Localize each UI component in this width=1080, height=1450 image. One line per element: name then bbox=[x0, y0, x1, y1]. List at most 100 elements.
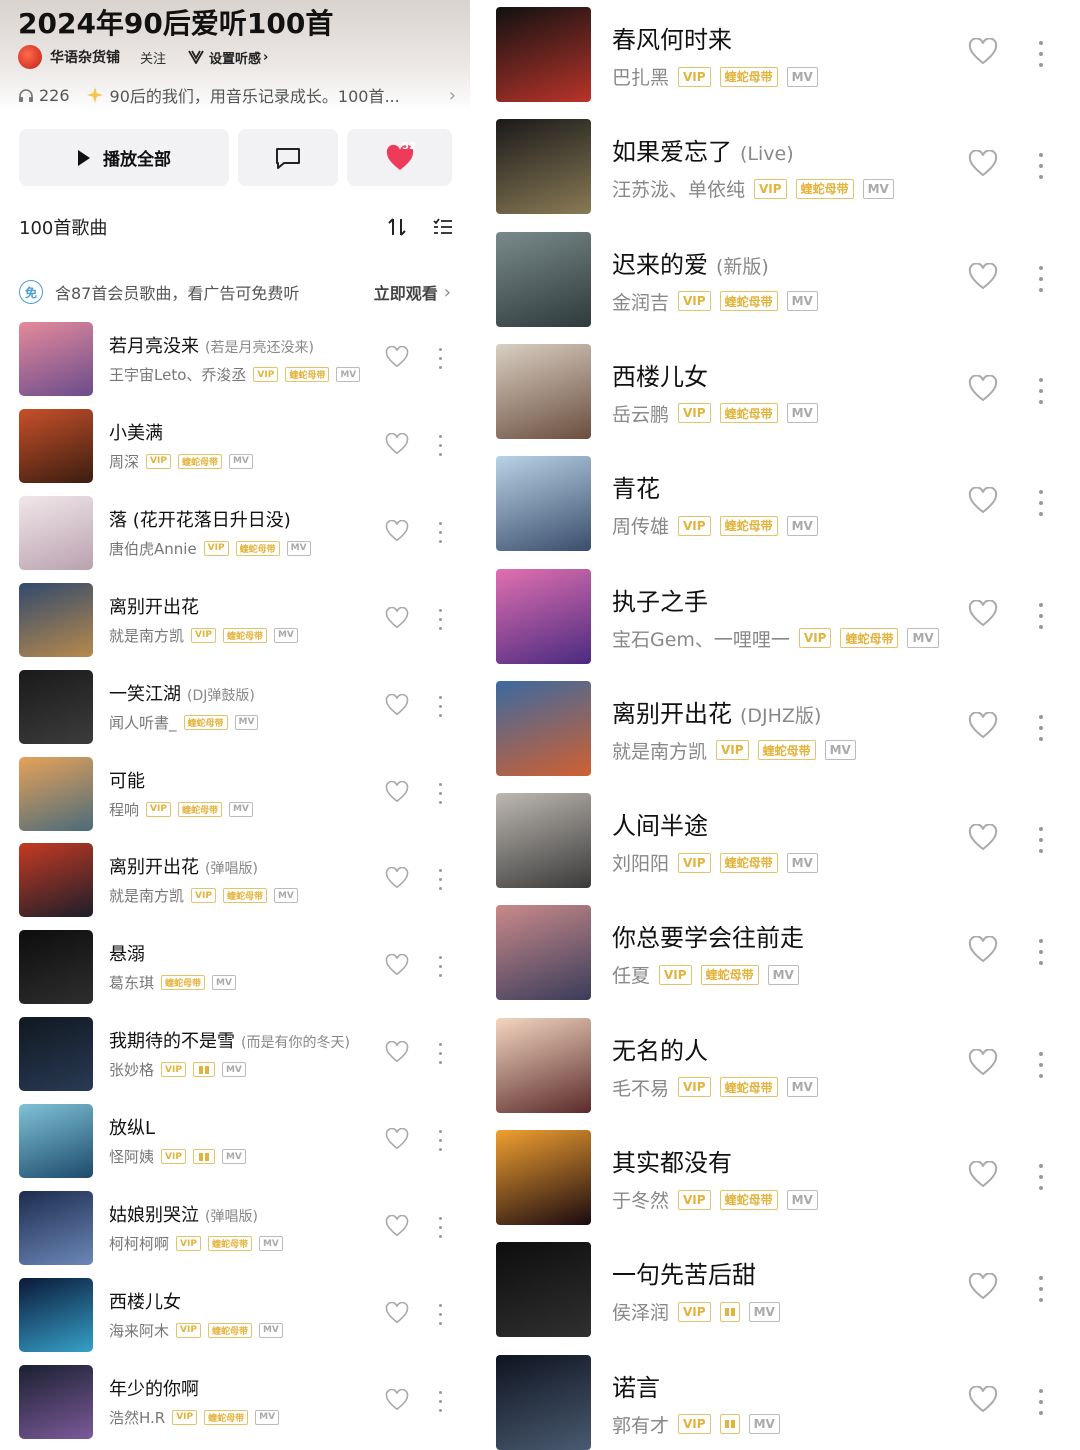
song-row[interactable]: 离别开出花 就是南方凯 VIP 蝰蛇母带 MV bbox=[19, 582, 459, 661]
more-options-icon[interactable] bbox=[437, 956, 443, 983]
more-options-icon[interactable] bbox=[437, 782, 443, 810]
like-button[interactable] bbox=[968, 37, 998, 69]
artist-name[interactable]: 就是南方凯 bbox=[612, 737, 707, 764]
artist-name[interactable]: 王宇宙Leto、乔浚丞 bbox=[109, 364, 246, 385]
song-row[interactable]: 悬溺 葛东琪 蝰蛇母带 MV bbox=[19, 930, 459, 1008]
more-options-icon[interactable] bbox=[1038, 1276, 1044, 1309]
like-button[interactable] bbox=[968, 149, 998, 181]
mv-badge[interactable]: MV bbox=[286, 540, 311, 556]
preferences-button[interactable]: 设置听感 › bbox=[188, 48, 268, 67]
mv-badge[interactable]: MV bbox=[786, 66, 818, 87]
more-options-icon[interactable] bbox=[437, 521, 443, 549]
like-button[interactable] bbox=[385, 1040, 409, 1067]
sort-button[interactable] bbox=[387, 217, 407, 237]
album-cover[interactable] bbox=[19, 322, 93, 396]
album-cover[interactable] bbox=[19, 1364, 93, 1439]
more-options-icon[interactable] bbox=[437, 1303, 443, 1331]
mv-badge[interactable]: MV bbox=[748, 1301, 780, 1322]
mv-badge[interactable]: MV bbox=[212, 975, 236, 991]
like-button[interactable] bbox=[968, 823, 998, 855]
artist-name[interactable]: 浩然H.R bbox=[109, 1407, 165, 1428]
more-options-icon[interactable] bbox=[437, 695, 443, 723]
mv-badge[interactable]: MV bbox=[786, 1077, 818, 1098]
like-button[interactable] bbox=[385, 1301, 409, 1328]
artist-name[interactable]: 巴扎黑 bbox=[612, 63, 669, 90]
more-options-icon[interactable] bbox=[1038, 490, 1044, 523]
like-button[interactable] bbox=[385, 780, 409, 807]
album-cover[interactable] bbox=[19, 1277, 93, 1352]
song-row[interactable]: 可能 程响 VIP 蝰蛇母带 MV bbox=[19, 756, 459, 835]
more-options-icon[interactable] bbox=[1038, 602, 1044, 636]
mv-badge[interactable]: MV bbox=[258, 1322, 283, 1338]
artist-name[interactable]: 周深 bbox=[109, 451, 139, 472]
album-cover[interactable] bbox=[496, 343, 591, 439]
album-cover[interactable] bbox=[19, 408, 93, 483]
song-row[interactable]: 放纵L 怪阿姨 VIP MV bbox=[19, 1104, 459, 1182]
mv-badge[interactable]: MV bbox=[273, 888, 298, 904]
more-options-icon[interactable] bbox=[437, 1390, 443, 1418]
artist-name[interactable]: 岳云鹏 bbox=[612, 400, 669, 427]
more-options-icon[interactable] bbox=[437, 1130, 443, 1157]
owner-avatar[interactable] bbox=[18, 45, 42, 69]
mv-badge[interactable]: MV bbox=[786, 1189, 818, 1210]
more-options-icon[interactable] bbox=[1038, 41, 1044, 74]
album-cover[interactable] bbox=[19, 756, 93, 831]
song-row[interactable]: 人间半途 刘阳阳 VIP 蝰蛇母带 MV bbox=[480, 786, 1080, 889]
artist-name[interactable]: 毛不易 bbox=[612, 1074, 669, 1101]
play-all-button[interactable]: 播放全部 bbox=[19, 129, 229, 186]
artist-name[interactable]: 张妙格 bbox=[109, 1059, 154, 1080]
artist-name[interactable]: 柯柯柯啊 bbox=[109, 1233, 169, 1254]
mv-badge[interactable]: MV bbox=[862, 178, 894, 199]
watch-now-link[interactable]: 立即观看 bbox=[374, 280, 438, 304]
album-cover[interactable] bbox=[496, 231, 591, 327]
like-button[interactable] bbox=[385, 432, 409, 459]
more-options-icon[interactable] bbox=[1038, 714, 1044, 748]
artist-name[interactable]: 郭有才 bbox=[612, 1411, 669, 1438]
mv-badge[interactable]: MV bbox=[786, 515, 818, 536]
more-options-icon[interactable] bbox=[1038, 1164, 1044, 1197]
like-button[interactable] bbox=[385, 1388, 409, 1415]
song-row[interactable]: 西楼儿女 海来阿木 VIP 蝰蛇母带 MV bbox=[19, 1277, 459, 1356]
more-options-icon[interactable] bbox=[1038, 827, 1044, 860]
mv-badge[interactable]: MV bbox=[221, 1062, 246, 1078]
like-button[interactable] bbox=[385, 519, 409, 546]
like-button[interactable] bbox=[385, 606, 409, 633]
artist-name[interactable]: 侯泽润 bbox=[612, 1298, 669, 1325]
artist-name[interactable]: 怪阿姨 bbox=[109, 1146, 154, 1167]
song-row[interactable]: 年少的你啊 浩然H.R VIP 蝰蛇母带 MV bbox=[19, 1364, 459, 1443]
song-row[interactable]: 青花 周传雄 VIP 蝰蛇母带 MV bbox=[480, 449, 1080, 552]
like-button[interactable] bbox=[385, 1214, 409, 1241]
more-options-icon[interactable] bbox=[1038, 939, 1044, 972]
song-row[interactable]: 落 (花开花落日升日没) 唐伯虎Annie VIP 蝰蛇母带 MV bbox=[19, 495, 459, 574]
artist-name[interactable]: 就是南方凯 bbox=[109, 885, 184, 906]
like-button[interactable] bbox=[385, 693, 409, 720]
album-cover[interactable] bbox=[19, 930, 93, 1005]
playlist-meta-row[interactable]: 226 90后的我们，用音乐记录成长。100首... › bbox=[18, 84, 456, 106]
album-cover[interactable] bbox=[496, 1242, 591, 1338]
mv-badge[interactable]: MV bbox=[273, 627, 298, 643]
song-row[interactable]: 我期待的不是雪 (而是有你的冬天) 张妙格 VIP MV bbox=[19, 1017, 459, 1095]
like-button[interactable] bbox=[385, 867, 409, 893]
more-options-icon[interactable] bbox=[1038, 1388, 1044, 1422]
mv-badge[interactable]: MV bbox=[786, 403, 818, 424]
song-row[interactable]: 小美满 周深 VIP 蝰蛇母带 MV bbox=[19, 408, 459, 487]
song-row[interactable]: 一笑江湖 (DJ弹鼓版) 闻人听書_ 蝰蛇母带 MV bbox=[19, 669, 459, 748]
mv-badge[interactable]: MV bbox=[258, 1236, 283, 1251]
album-cover[interactable] bbox=[496, 1017, 591, 1113]
comment-button[interactable] bbox=[238, 129, 338, 186]
mv-badge[interactable]: MV bbox=[255, 1409, 280, 1425]
artist-name[interactable]: 汪苏泷、单依纯 bbox=[612, 175, 745, 202]
like-button[interactable] bbox=[968, 711, 998, 743]
more-options-icon[interactable] bbox=[1038, 377, 1044, 411]
song-row[interactable]: 西楼儿女 岳云鹏 VIP 蝰蛇母带 MV bbox=[480, 337, 1080, 439]
song-row[interactable]: 一句先苦后甜 侯泽润 VIP MV bbox=[480, 1235, 1080, 1338]
song-row[interactable]: 迟来的爱 (新版) 金润吉 VIP 蝰蛇母带 MV bbox=[480, 225, 1080, 327]
favorite-button[interactable]: 52 bbox=[347, 129, 452, 186]
mv-badge[interactable]: MV bbox=[748, 1414, 780, 1435]
artist-name[interactable]: 金润吉 bbox=[612, 288, 669, 315]
more-options-icon[interactable] bbox=[437, 1043, 443, 1070]
more-options-icon[interactable] bbox=[1038, 265, 1044, 299]
song-row[interactable]: 如果爱忘了 (Live) 汪苏泷、单依纯 VIP 蝰蛇母带 MV bbox=[480, 112, 1080, 215]
song-row[interactable]: 春风何时来 巴扎黑 VIP 蝰蛇母带 MV bbox=[480, 0, 1080, 102]
song-row[interactable]: 诺言 郭有才 VIP MV bbox=[480, 1348, 1080, 1450]
